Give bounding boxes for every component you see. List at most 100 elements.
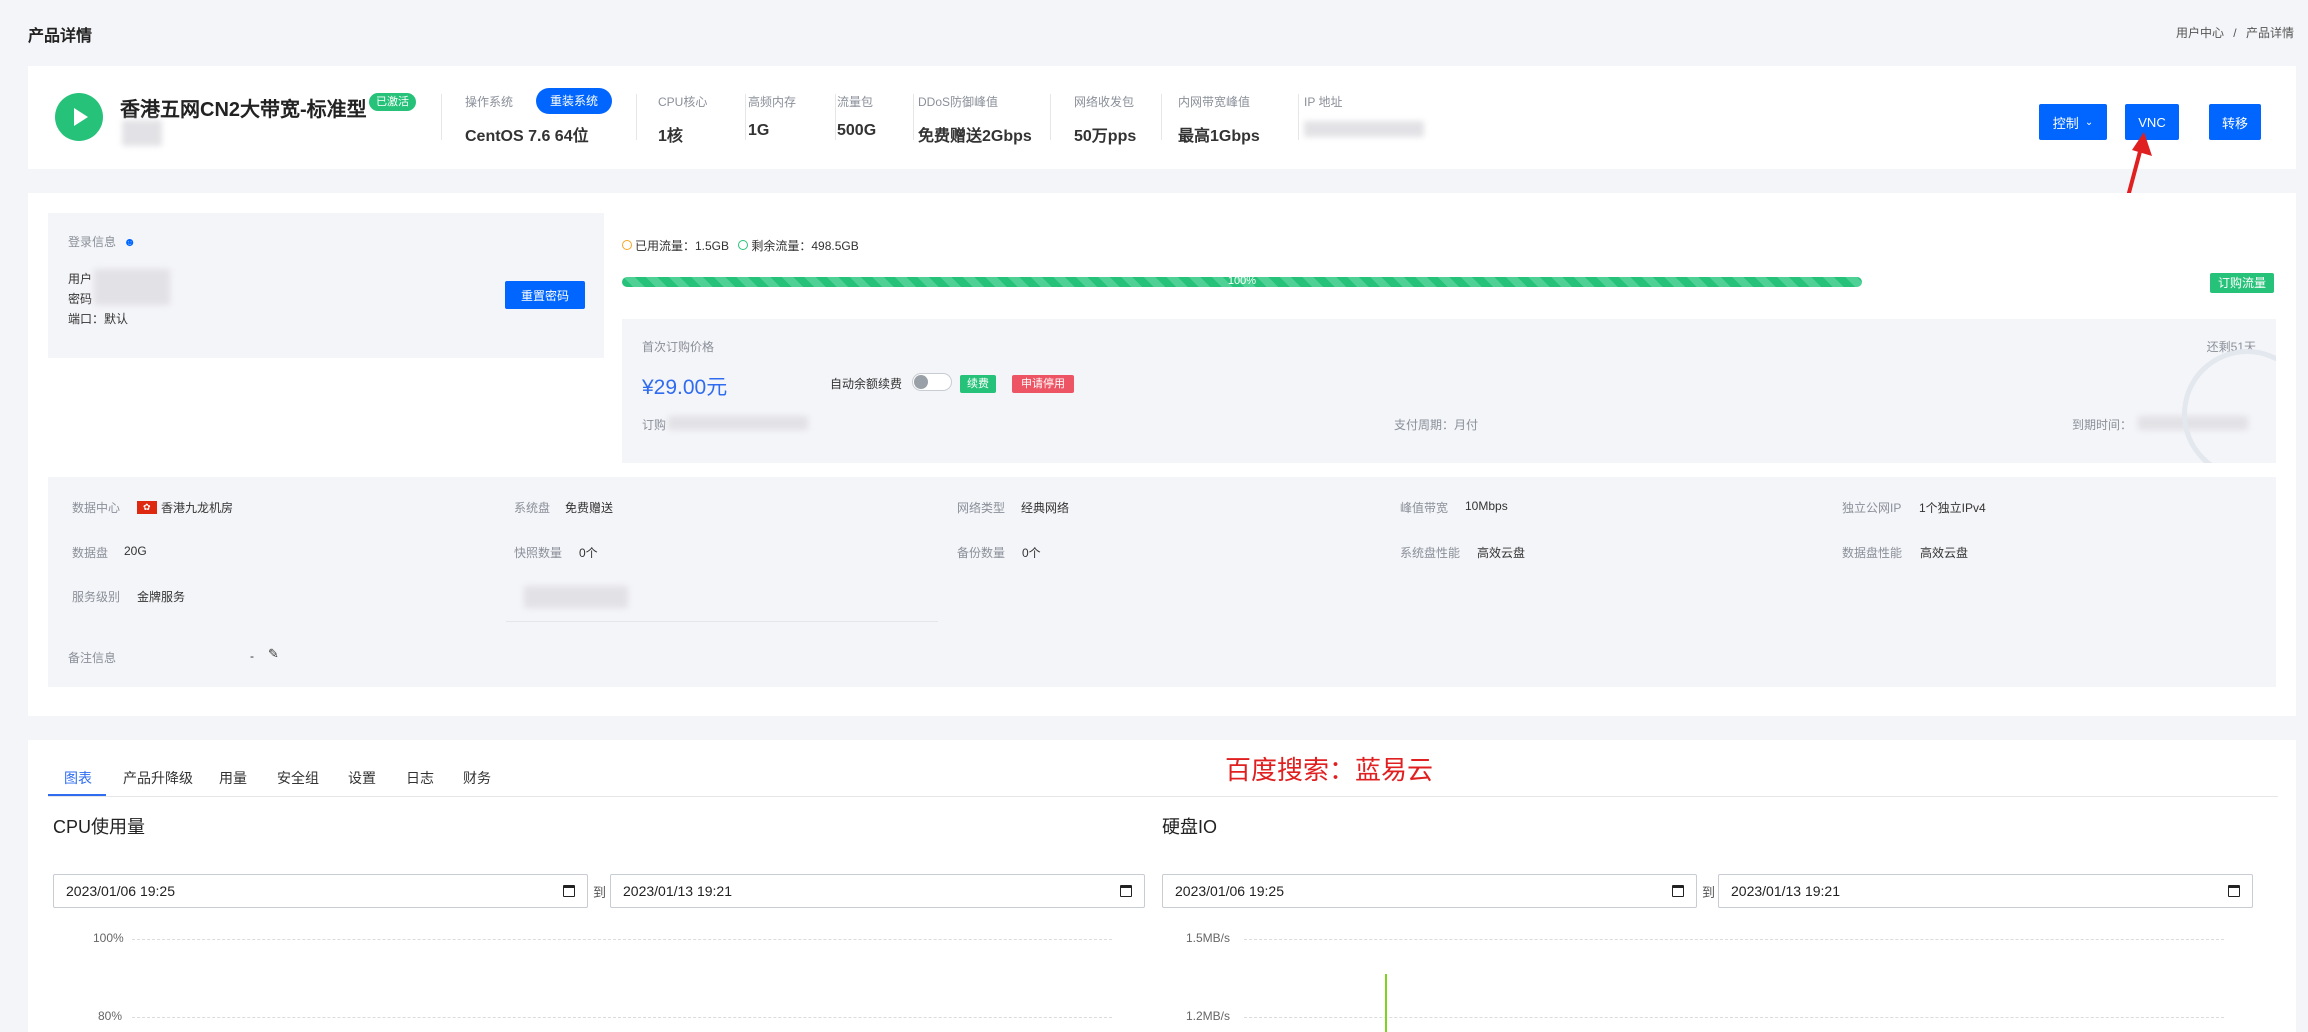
spec-ip-label: IP 地址: [1304, 95, 1343, 109]
info-bandwidth-value: 10Mbps: [1465, 499, 1508, 513]
calendar-icon[interactable]: [2228, 885, 2240, 897]
play-icon: [55, 93, 103, 141]
spec-ddos-value: 免费赠送2Gbps: [918, 128, 1032, 145]
tab-finance[interactable]: 财务: [463, 768, 491, 788]
product-summary-card: 香港五网CN2大带宽-标准型 已激活 操作系统 重装系统 CentOS 7.6 …: [28, 66, 2296, 169]
expire-label: 到期时间：: [2072, 418, 2133, 432]
order-label: 订购: [642, 418, 667, 432]
spec-traffic-label: 流量包: [837, 95, 874, 109]
disk-io-spike: [1385, 974, 1387, 1032]
breadcrumb-current: 产品详情: [2245, 26, 2294, 40]
pay-cycle: 支付周期：月付: [1394, 418, 1479, 432]
info-backup-label: 备份数量: [957, 546, 1006, 560]
tab-usage[interactable]: 用量: [219, 768, 247, 788]
tab-logs[interactable]: 日志: [406, 768, 434, 788]
calendar-icon[interactable]: [1120, 885, 1132, 897]
info-snapshot-value: 0个: [579, 546, 598, 560]
edit-remark-icon[interactable]: ✎: [268, 646, 279, 662]
spec-ddos-label: DDoS防御峰值: [918, 95, 999, 109]
watermark-text: 百度搜索：蓝易云: [1225, 755, 1434, 785]
cpu-date-to-input[interactable]: 2023/01/13 19:21: [610, 874, 1145, 908]
login-info-title: 登录信息 ☻: [68, 235, 136, 249]
spec-mem-label: 高频内存: [748, 95, 797, 109]
info-datadiskperf-value: 高效云盘: [1920, 546, 1969, 560]
info-sysdisk-label: 系统盘: [514, 501, 551, 515]
spec-cpu-label: CPU核心: [658, 95, 708, 109]
cpu-chart-title: CPU使用量: [53, 817, 146, 837]
chevron-down-icon: ⌄: [2084, 116, 2094, 128]
reset-password-button[interactable]: 重置密码: [505, 281, 585, 309]
auto-renew-label: 自动余额续费: [830, 377, 903, 391]
cloud-watermark-icon: [2182, 349, 2276, 463]
tab-charts[interactable]: 图表: [64, 768, 92, 788]
control-dropdown-button[interactable]: 控制 ⌄: [2039, 104, 2107, 140]
page-title: 产品详情: [28, 28, 93, 45]
info-sysdiskperf-value: 高效云盘: [1477, 546, 1526, 560]
renew-button[interactable]: 续费: [960, 375, 996, 393]
info-sysdiskperf-label: 系统盘性能: [1400, 546, 1461, 560]
info-snapshot-label: 快照数量: [514, 546, 563, 560]
first-price-label: 首次订购价格: [642, 340, 715, 354]
tab-settings[interactable]: 设置: [348, 768, 376, 788]
ip-address-blurred: [1304, 121, 1424, 137]
spec-mem-value: 1G: [748, 122, 770, 139]
breadcrumb: 用户中心 / 产品详情: [2176, 24, 2294, 41]
cpu-axis-tick-100: 100%: [93, 931, 124, 945]
spec-traffic-value: 500G: [837, 122, 877, 139]
cpu-date-from-input[interactable]: 2023/01/06 19:25: [53, 874, 588, 908]
used-circle-icon: [622, 240, 632, 250]
disk-date-to-input[interactable]: 2023/01/13 19:21: [1718, 874, 2253, 908]
traffic-legend: 已用流量：1.5GB 剩余流量：498.5GB: [622, 237, 859, 254]
remark-label: 备注信息: [68, 651, 117, 665]
info-nettype-label: 网络类型: [957, 501, 1006, 515]
info-datadisk-value: 20G: [124, 544, 147, 558]
info-publicip-label: 独立公网IP: [1842, 501, 1902, 515]
spec-cpu-value: 1核: [658, 128, 683, 145]
buy-traffic-button[interactable]: 订购流量: [2209, 273, 2274, 293]
login-pass-label: 密码: [68, 292, 93, 306]
control-label: 控制: [2052, 115, 2079, 131]
spec-lan-value: 最高1Gbps: [1178, 128, 1260, 145]
info-publicip-value: 1个独立IPv4: [1919, 501, 1986, 515]
info-service-value: 金牌服务: [137, 590, 186, 604]
detail-card: 登录信息 ☻ 用户 密码 端口：默认 重置密码 已用流量：1.5GB 剩余流量：…: [28, 193, 2296, 716]
reinstall-button[interactable]: 重装系统: [536, 88, 613, 114]
price-value: ¥29.00元: [642, 376, 728, 399]
status-badge: 已激活: [369, 93, 416, 111]
migrate-button[interactable]: 转移: [2209, 104, 2261, 140]
calendar-icon[interactable]: [1672, 885, 1684, 897]
breadcrumb-sep: /: [2233, 26, 2237, 40]
traffic-progress-track: 100%: [622, 275, 1862, 287]
remark-value: -: [250, 649, 254, 663]
product-name: 香港五网CN2大带宽-标准型: [120, 99, 367, 121]
disk-date-from-input[interactable]: 2023/01/06 19:25: [1162, 874, 1697, 908]
info-bandwidth-label: 峰值带宽: [1400, 501, 1449, 515]
tab-upgrade[interactable]: 产品升降级: [123, 768, 193, 788]
disk-axis-tick-1-5: 1.5MB/s: [1186, 931, 1231, 945]
spec-lan-label: 内网带宽峰值: [1178, 95, 1251, 109]
spec-os-label: 操作系统: [465, 95, 514, 109]
auto-renew-toggle[interactable]: [912, 373, 952, 391]
info-datadisk-label: 数据盘: [72, 546, 109, 560]
login-port: 端口：默认: [68, 312, 129, 326]
info-datacenter-label: 数据中心: [72, 501, 121, 515]
traffic-progress-text: 100%: [1227, 275, 1257, 287]
calendar-icon[interactable]: [563, 885, 575, 897]
user-icon: ☻: [123, 235, 136, 249]
remain-circle-icon: [738, 240, 749, 250]
hong-kong-flag-icon: ✿: [137, 501, 157, 514]
info-service-label: 服务级别: [72, 590, 121, 604]
login-user-label: 用户: [68, 272, 93, 286]
breadcrumb-user-center[interactable]: 用户中心: [2176, 26, 2224, 40]
login-info-box: 登录信息 ☻ 用户 密码 端口：默认 重置密码: [48, 213, 604, 358]
suspend-button[interactable]: 申请停用: [1012, 375, 1074, 393]
info-datacenter-value: 香港九龙机房: [161, 501, 234, 515]
extra-info-blurred: [524, 586, 628, 608]
tab-security-group[interactable]: 安全组: [277, 768, 319, 788]
order-number-blurred: [668, 416, 808, 430]
spec-pps-value: 50万pps: [1074, 128, 1137, 145]
spec-os-value: CentOS 7.6 64位: [465, 128, 589, 145]
info-sysdisk-value: 免费赠送: [565, 501, 614, 515]
cpu-date-sep: 到: [593, 885, 607, 900]
cpu-axis-tick-80: 80%: [98, 1009, 123, 1023]
